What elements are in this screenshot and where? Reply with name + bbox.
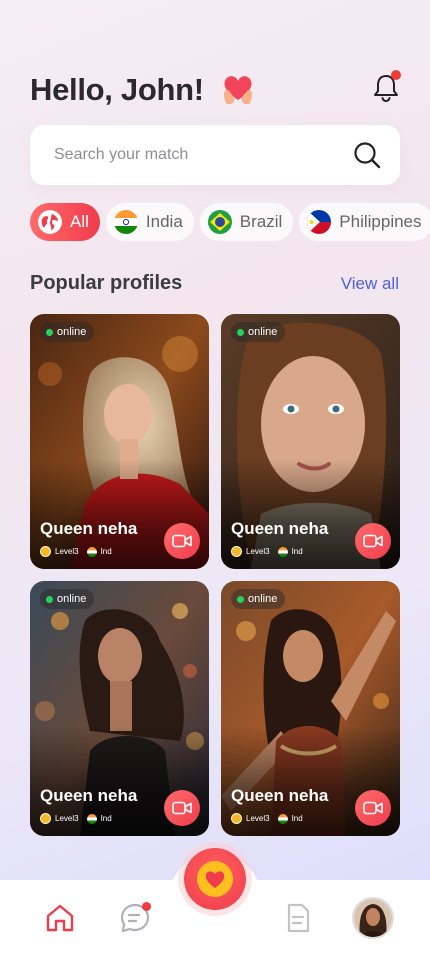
- profile-meta: Level3 Ind: [40, 813, 112, 824]
- fab-inner: [197, 861, 233, 897]
- profile-meta: Level3 Ind: [231, 546, 303, 557]
- nav-profile-avatar[interactable]: [352, 897, 394, 939]
- section-title: Popular profiles: [30, 272, 183, 294]
- avatar: [354, 899, 392, 937]
- profile-card[interactable]: online Queen neha Level3 Ind: [221, 314, 400, 569]
- search-input[interactable]: [54, 146, 352, 164]
- filter-chip-label: Brazil: [239, 212, 283, 231]
- nav-home[interactable]: [42, 900, 78, 936]
- india-flag-icon: [86, 813, 97, 824]
- filter-chip-label: All: [70, 212, 89, 231]
- online-label: online: [57, 326, 87, 338]
- video-call-button[interactable]: [164, 790, 200, 826]
- level-label: Level3: [55, 814, 79, 823]
- notifications-button[interactable]: [368, 70, 404, 106]
- nav-documents[interactable]: [280, 900, 316, 936]
- filter-chip-all[interactable]: All: [30, 203, 100, 241]
- globe-icon: [38, 210, 62, 234]
- online-dot: [46, 328, 53, 336]
- brazil-flag-icon: [207, 210, 232, 234]
- level-icon: [40, 546, 51, 557]
- nav-chat[interactable]: [117, 900, 153, 936]
- level-label: Level3: [246, 547, 270, 556]
- profile-name: Queen neha: [231, 519, 329, 538]
- match-fab-button[interactable]: [184, 848, 246, 910]
- profile-name: Queen neha: [40, 786, 138, 805]
- profile-meta: Level3 Ind: [231, 813, 303, 824]
- profile-card[interactable]: online Queen neha Level3 Ind: [221, 581, 400, 836]
- heart-hands-icon: [223, 76, 252, 104]
- level-icon: [231, 813, 242, 824]
- app-screen: Hello, John! Search your match All India…: [0, 0, 430, 954]
- level-icon: [231, 546, 242, 557]
- online-badge: online: [231, 589, 286, 609]
- online-dot: [237, 595, 244, 603]
- country-label: Ind: [100, 547, 112, 556]
- video-call-button[interactable]: [355, 790, 391, 826]
- greeting-row: Hello, John!: [30, 68, 258, 112]
- profile-name: Queen neha: [40, 519, 138, 538]
- filter-chip-label: India: [145, 212, 183, 231]
- video-call-button[interactable]: [164, 523, 200, 559]
- online-label: online: [248, 593, 278, 605]
- country-label: Ind: [291, 814, 303, 823]
- country-label: Ind: [100, 814, 112, 823]
- online-badge: online: [40, 322, 95, 342]
- chat-badge: [142, 902, 151, 911]
- india-flag-icon: [86, 546, 97, 557]
- country-filters: All India Brazil Philippines: [30, 203, 430, 241]
- level-label: Level3: [55, 547, 79, 556]
- video-call-button[interactable]: [355, 523, 391, 559]
- profile-card[interactable]: online Queen neha Level3 Ind: [30, 581, 209, 836]
- filter-chip-label: Philippines: [339, 212, 422, 231]
- filter-chip-india[interactable]: India: [105, 203, 194, 241]
- india-flag-icon: [113, 210, 138, 234]
- video-camera-icon: [172, 534, 192, 548]
- level-label: Level3: [246, 814, 270, 823]
- video-camera-icon: [172, 801, 192, 815]
- india-flag-icon: [277, 813, 288, 824]
- filter-chip-philippines[interactable]: Philippines: [299, 203, 430, 241]
- india-flag-icon: [277, 546, 288, 557]
- search-icon: [354, 142, 381, 169]
- online-badge: online: [231, 322, 286, 342]
- document-icon: [287, 903, 310, 933]
- view-all-link[interactable]: View all: [341, 274, 399, 294]
- online-label: online: [248, 326, 278, 338]
- heart-icon: [205, 871, 225, 888]
- search-bar: [30, 125, 400, 185]
- video-camera-icon: [363, 534, 383, 548]
- country-label: Ind: [291, 547, 303, 556]
- video-camera-icon: [363, 801, 383, 815]
- online-label: online: [57, 593, 87, 605]
- filter-chip-brazil[interactable]: Brazil: [199, 203, 294, 241]
- notification-badge: [391, 70, 401, 80]
- online-dot: [46, 595, 53, 603]
- online-dot: [237, 328, 244, 336]
- profile-name: Queen neha: [231, 786, 329, 805]
- profile-meta: Level3 Ind: [40, 546, 112, 557]
- profile-card[interactable]: online Queen neha Level3 Ind: [30, 314, 209, 569]
- home-icon: [46, 904, 74, 932]
- online-badge: online: [40, 589, 95, 609]
- greeting-title: Hello, John!: [30, 72, 204, 107]
- search-button[interactable]: [352, 140, 382, 170]
- level-icon: [40, 813, 51, 824]
- philippines-flag-icon: [307, 210, 332, 234]
